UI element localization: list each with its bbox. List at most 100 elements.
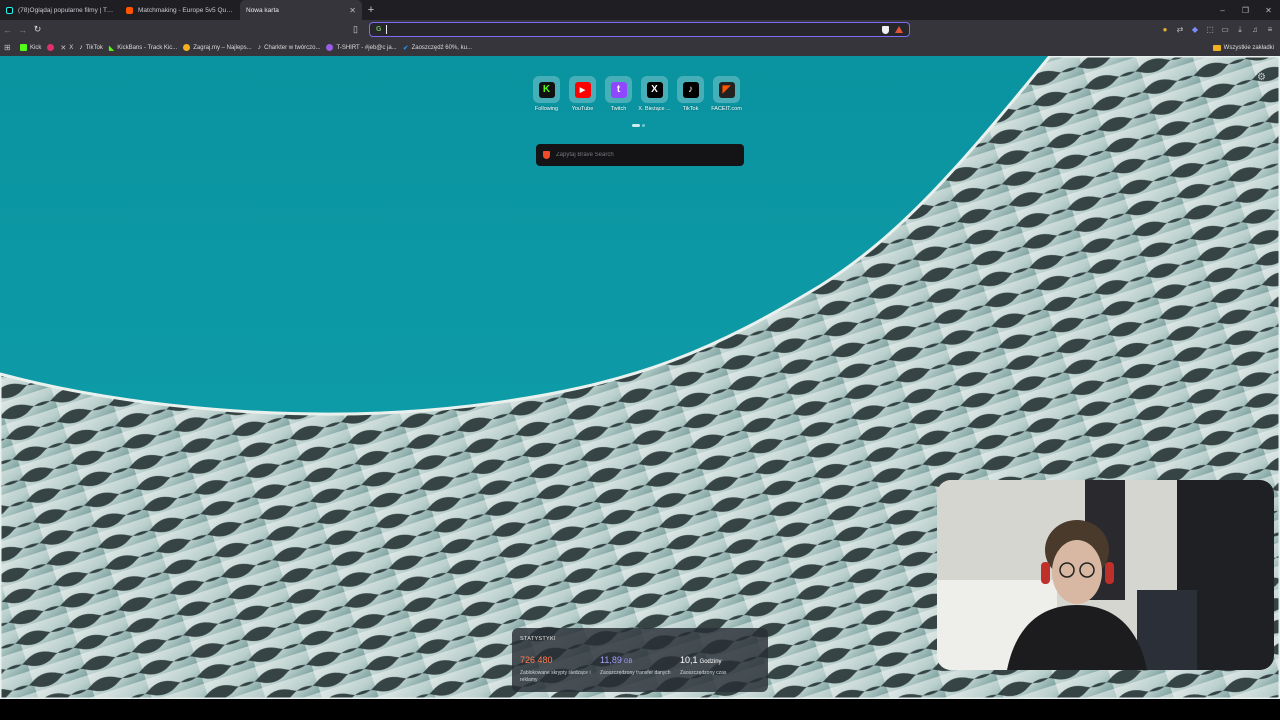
brave-search-input[interactable]	[556, 152, 737, 158]
stat-desc: Zablokowane skrypty śledzące i reklamy	[520, 670, 591, 683]
tab-label: Nowa karta	[246, 6, 279, 14]
webcam-overlay	[937, 480, 1274, 670]
top-site-label: Twitch	[610, 106, 627, 112]
tab-strip: (78)Oglądaj popularne filmy | TikTok Mat…	[0, 0, 1280, 20]
download-icon[interactable]: ⤓	[1234, 25, 1246, 35]
top-sites-pager[interactable]	[632, 124, 645, 127]
apps-grid-icon[interactable]: ⊞	[4, 43, 14, 52]
checkmark-icon: ✔	[402, 44, 409, 52]
top-site-tiktok[interactable]: ♪ TikTok	[676, 76, 705, 112]
menu-icon[interactable]: ≡	[1264, 25, 1276, 34]
back-button[interactable]: ←	[0, 20, 15, 39]
minimize-icon[interactable]: –	[1211, 0, 1234, 20]
youtube-icon: ▶	[574, 81, 591, 98]
toolbar-right-icons: ● ⇄ ◆ ⬚ ▭ ⤓ ♫ ≡	[1159, 20, 1280, 39]
all-bookmarks-button[interactable]: Wszystkie zakładki	[1212, 44, 1280, 51]
top-site-tile: ♪	[677, 76, 704, 103]
top-site-label: TikTok	[682, 106, 699, 112]
pager-dot[interactable]	[642, 124, 645, 127]
settings-gear-icon[interactable]: ⚙	[1257, 72, 1266, 83]
tiktok-icon: ♪	[257, 44, 262, 51]
bookmark-zagraj[interactable]: Zagraj.my – Najleps...	[183, 44, 252, 51]
twitch-icon: t	[610, 81, 627, 98]
leo-icon[interactable]: ◆	[1189, 25, 1201, 34]
new-tab-button[interactable]: +	[362, 0, 380, 20]
stat-trackers: 726 480 Zablokowane skrypty śledzące i r…	[520, 650, 600, 683]
stat-desc: Zaoszczędzony transfer danych	[600, 670, 671, 676]
vpn-icon[interactable]: ⇄	[1174, 25, 1186, 34]
faceit-icon: ◤	[718, 81, 735, 98]
stat-desc: Zaoszczędzony czas	[680, 670, 727, 676]
stats-title: STATYSTYKI	[520, 636, 556, 642]
stat-value: 10,1	[680, 655, 698, 665]
address-bar[interactable]: G	[369, 22, 910, 37]
bookmark-kick[interactable]: Kick	[20, 44, 41, 51]
x-icon: X	[646, 81, 663, 98]
faceit-favicon-icon	[126, 6, 133, 14]
top-site-tile: K	[533, 76, 560, 103]
forward-button[interactable]: →	[15, 20, 30, 39]
kick-icon	[20, 44, 27, 51]
bookmark-tshirt[interactable]: T-SHIRT - #jeb@c ja...	[326, 44, 397, 51]
address-input[interactable]	[387, 26, 882, 33]
bookmark-kickbans[interactable]: ◣ KickBans - Track Kic...	[109, 44, 177, 52]
tab-label: Matchmaking - Europe 5v5 Queue - ...	[138, 6, 234, 14]
media-icon[interactable]: ♫	[1249, 25, 1261, 34]
brave-rewards-icon[interactable]	[895, 26, 903, 33]
kick-icon: K	[538, 81, 555, 98]
sidebar-icon[interactable]: ▭	[1219, 25, 1231, 34]
stat-unit: Godziny	[699, 659, 722, 665]
reload-button[interactable]: ↻	[30, 20, 45, 39]
top-site-youtube[interactable]: ▶ YouTube	[568, 76, 597, 112]
bookmark-steam[interactable]: ✔ Zaoszczędź 60%, ku...	[403, 44, 472, 52]
stat-time: 10,1 Godziny Zaoszczędzony czas	[680, 650, 760, 683]
window-controls: – ❐ ✕	[1211, 0, 1280, 20]
tiktok-favicon-icon	[6, 6, 13, 14]
top-site-kick[interactable]: K Following	[532, 76, 561, 112]
top-site-twitch[interactable]: t Twitch	[604, 76, 633, 112]
pager-dot-active[interactable]	[632, 124, 640, 127]
google-icon: G	[376, 26, 382, 33]
zagraj-icon	[183, 44, 191, 51]
bookmark-youtube[interactable]	[47, 44, 55, 51]
bookmark-x[interactable]: ✕ X	[60, 44, 73, 52]
youtube-icon	[47, 44, 55, 51]
toolbar: ← → ↻ ▯ G ● ⇄ ◆ ⬚ ▭ ⤓ ♫ ≡	[0, 20, 1280, 39]
bookmark-tiktok[interactable]: ♪ TikTok	[79, 44, 103, 51]
top-site-tile: ▶	[569, 76, 596, 103]
top-site-label: X. Bieżące ...	[638, 106, 671, 112]
bookmark-charkter[interactable]: ♪ Charkter w twórczo...	[258, 44, 321, 51]
tab-new-tab[interactable]: Nowa karta ✕	[240, 0, 362, 20]
brave-lion-icon	[543, 151, 550, 159]
top-site-tile: ◤	[713, 76, 740, 103]
top-site-tile: t	[605, 76, 632, 103]
x-icon: ✕	[60, 44, 67, 52]
tiktok-icon: ♪	[682, 81, 699, 98]
restore-icon[interactable]: ❐	[1234, 0, 1257, 20]
brave-shields-icon[interactable]	[882, 25, 889, 34]
wallet-icon[interactable]: ●	[1159, 25, 1171, 34]
extensions-icon[interactable]: ⬚	[1204, 25, 1216, 34]
top-site-x[interactable]: X X. Bieżące ...	[638, 76, 671, 112]
top-site-label: FACEIT.com	[711, 106, 742, 112]
folder-icon	[1212, 44, 1221, 51]
stat-bandwidth: 11,89 GB Zaoszczędzony transfer danych	[600, 650, 680, 683]
stat-value: 11,89	[600, 655, 622, 665]
top-site-tile: X	[641, 76, 668, 103]
top-site-faceit[interactable]: ◤ FACEIT.com	[711, 76, 742, 112]
tab-label: (78)Oglądaj popularne filmy | TikTok	[18, 6, 114, 14]
bottom-black-bar	[0, 699, 1280, 720]
bookmarks-bar: ⊞ Kick ✕ X ♪ TikTok ◣ KickBans - Track Kic.…	[0, 39, 1280, 56]
shop-icon	[326, 44, 334, 51]
close-window-icon[interactable]: ✕	[1257, 0, 1280, 20]
brave-search-box[interactable]	[536, 144, 744, 166]
top-site-label: YouTube	[571, 106, 594, 112]
bookmark-page-icon[interactable]: ▯	[353, 24, 358, 35]
close-tab-icon[interactable]: ✕	[349, 6, 356, 15]
stat-unit: GB	[623, 659, 633, 665]
webcam-video	[937, 480, 1274, 670]
tab-faceit[interactable]: Matchmaking - Europe 5v5 Queue - ...	[120, 0, 240, 20]
browser-window: (78)Oglądaj popularne filmy | TikTok Mat…	[0, 0, 1280, 720]
tiktok-icon: ♪	[79, 44, 83, 51]
tab-tiktok[interactable]: (78)Oglądaj popularne filmy | TikTok	[0, 0, 120, 20]
